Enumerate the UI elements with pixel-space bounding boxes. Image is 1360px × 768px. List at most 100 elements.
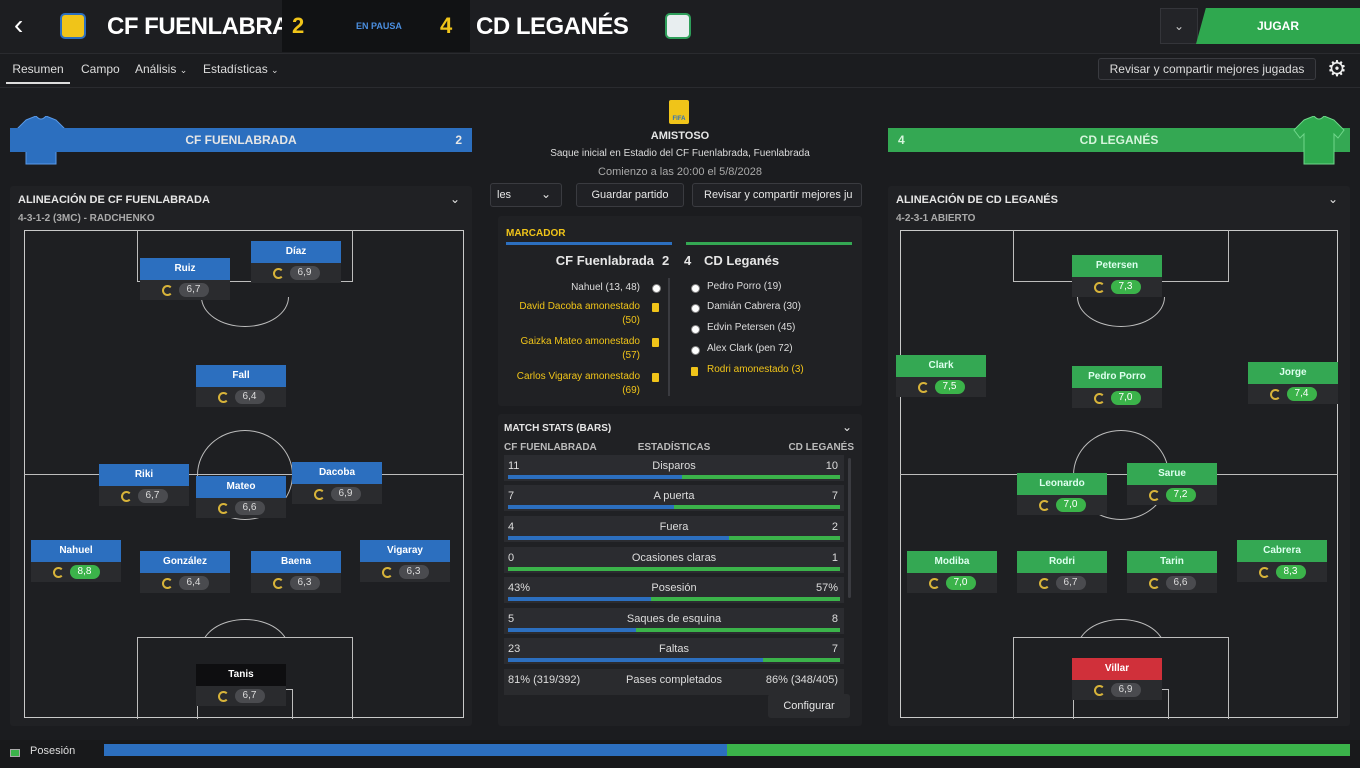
player-name: Riki [99, 464, 189, 486]
player-rating: 6,9 [289, 266, 320, 280]
player-rating-row: 6,4 [196, 387, 286, 407]
player-rating: 7,0 [1110, 391, 1141, 405]
tab-estadisticas[interactable]: Estadísticas ⌄ [203, 62, 279, 76]
overflow-dropdown[interactable]: les ⌄ [490, 183, 562, 207]
stat-label: Disparos [652, 460, 696, 472]
player-name: Leonardo [1017, 473, 1107, 495]
form-icon [1093, 281, 1105, 293]
player-name: Vigaray [360, 540, 450, 562]
chevron-down-icon[interactable]: ⌄ [842, 420, 852, 434]
back-icon[interactable]: ‹ [14, 11, 42, 40]
player-rating: 7,0 [945, 576, 976, 590]
home-event: Gaizka Mateo amonestado (57) [520, 336, 640, 361]
share-highlights-button-2[interactable]: Revisar y compartir mejores ju [692, 183, 862, 207]
away-pitch [900, 230, 1338, 719]
home-player-card[interactable]: Fall 6,4 [196, 365, 286, 409]
player-rating: 7,3 [1110, 280, 1141, 294]
player-rating-row: 7,5 [896, 377, 986, 397]
home-lineup-panel: ALINEACIÓN DE CF FUENLABRADA ⌄ 4-3-1-2 (… [10, 186, 472, 726]
away-player-card[interactable]: Modiba 7,0 [907, 551, 997, 595]
away-player-card[interactable]: Villar 6,9 [1072, 658, 1162, 702]
home-player-card[interactable]: González 6,4 [140, 551, 230, 595]
player-rating: 6,3 [398, 565, 429, 579]
stat-bar-away [729, 536, 840, 540]
home-player-card[interactable]: Díaz 6,9 [251, 241, 341, 285]
chevron-down-icon[interactable]: ⌄ [450, 192, 460, 206]
overflow-label: les [497, 189, 512, 201]
home-pitch [24, 230, 464, 719]
away-player-card[interactable]: Sarue 7,2 [1127, 463, 1217, 507]
player-rating: 6,4 [178, 576, 209, 590]
player-name: Dacoba [292, 462, 382, 484]
gear-icon[interactable]: ⚙ [1324, 56, 1350, 82]
away-player-card[interactable]: Petersen 7,3 [1072, 255, 1162, 299]
home-event: Carlos Vigaray amonestado (69) [516, 371, 640, 396]
player-rating: 6,7 [234, 689, 265, 703]
tab-estadisticas-label: Estadísticas [203, 62, 268, 76]
configure-button[interactable]: Configurar [768, 694, 850, 718]
away-event: Edvin Petersen (45) [707, 322, 796, 333]
player-rating-row: 6,9 [251, 263, 341, 283]
home-crest [60, 13, 86, 39]
timeline-divider [668, 278, 670, 396]
stat-row: 23 Faltas 7 [504, 638, 844, 664]
home-player-card[interactable]: Ruiz 6,7 [140, 258, 230, 302]
player-name: Nahuel [31, 540, 121, 562]
stats-scrollbar[interactable] [848, 458, 851, 598]
scoreboard-away-name: CD Leganés [704, 253, 780, 268]
competition-logo: FIFA [669, 100, 689, 124]
tab-campo[interactable]: Campo [81, 62, 120, 76]
ball-icon [691, 284, 700, 293]
scoreboard-home-score: 2 [662, 253, 670, 268]
stat-bar-home [508, 628, 636, 632]
share-highlights-button[interactable]: Revisar y compartir mejores jugadas [1098, 58, 1316, 80]
home-team-bar-name: CF FUENLABRADA [185, 133, 297, 147]
possession-home-fill [104, 744, 727, 756]
stat-away-value: 7 [831, 643, 838, 655]
home-player-card[interactable]: Vigaray 6,3 [360, 540, 450, 584]
form-icon [1258, 566, 1270, 578]
stat-bar-away [508, 567, 840, 571]
away-player-card[interactable]: Tarin 6,6 [1127, 551, 1217, 595]
home-player-card[interactable]: Mateo 6,6 [196, 476, 286, 520]
home-player-card[interactable]: Riki 6,7 [99, 464, 189, 508]
player-name: Mateo [196, 476, 286, 498]
player-rating-row: 8,3 [1237, 562, 1327, 582]
away-event: Damián Cabrera (30) [707, 301, 801, 312]
away-player-card[interactable]: Pedro Porro 7,0 [1072, 366, 1162, 410]
home-player-card[interactable]: Baena 6,3 [251, 551, 341, 595]
away-kit-icon [1290, 115, 1348, 166]
stat-bar-away [650, 597, 840, 601]
home-player-card[interactable]: Nahuel 8,8 [31, 540, 121, 584]
away-player-card[interactable]: Clark 7,5 [896, 355, 986, 399]
stat-bar [508, 475, 840, 479]
player-name: Rodri [1017, 551, 1107, 573]
tab-resumen[interactable]: Resumen [6, 62, 70, 84]
stat-bar-away [635, 628, 840, 632]
away-player-card[interactable]: Rodri 6,7 [1017, 551, 1107, 595]
home-event: David Dacoba amonestado (50) [519, 301, 640, 326]
away-player-card[interactable]: Cabrera 8,3 [1237, 540, 1327, 584]
form-icon [272, 577, 284, 589]
play-button[interactable]: JUGAR [1196, 8, 1360, 44]
competition-name: AMISTOSO [650, 130, 710, 142]
away-event: Rodri amonestado (3) [707, 364, 804, 375]
stat-bar [508, 567, 840, 571]
home-player-card[interactable]: Dacoba 6,9 [292, 462, 382, 506]
chevron-down-icon[interactable]: ⌄ [1160, 8, 1198, 44]
form-icon [381, 566, 393, 578]
player-rating: 7,2 [1165, 488, 1196, 502]
away-player-card[interactable]: Jorge 7,4 [1248, 362, 1338, 406]
stats-col-away: CD LEGANÉS [788, 442, 854, 453]
home-player-card[interactable]: Tanis 6,7 [196, 664, 286, 708]
chevron-down-icon: ⌄ [271, 65, 279, 75]
yellow-card-icon [652, 373, 659, 382]
save-match-button[interactable]: Guardar partido [576, 183, 684, 207]
player-rating-row: 6,7 [140, 280, 230, 300]
possession-label: Posesión [30, 745, 76, 757]
away-player-card[interactable]: Leonardo 7,0 [1017, 473, 1107, 517]
chevron-down-icon[interactable]: ⌄ [1328, 192, 1338, 206]
tab-analisis[interactable]: Análisis ⌄ [135, 62, 187, 76]
player-name: Tanis [196, 664, 286, 686]
form-icon [917, 381, 929, 393]
